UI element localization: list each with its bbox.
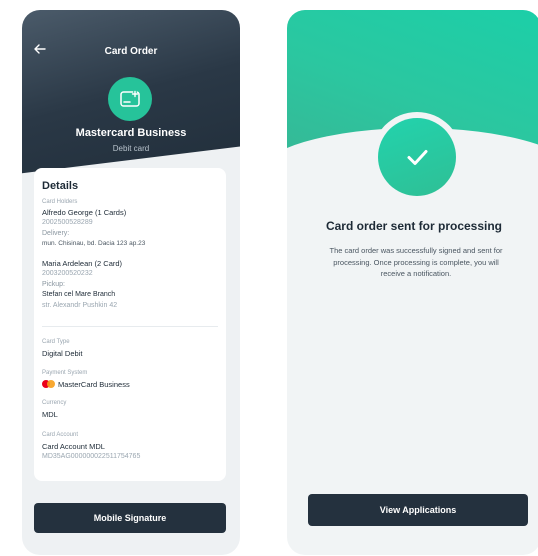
holder-2-address-1: Stefan cel Mare Branch: [42, 291, 116, 298]
check-icon: [378, 118, 456, 196]
card-type-value: Digital Debit: [42, 349, 83, 358]
holder-2-method: Pickup:: [42, 281, 65, 288]
success-title: Card order sent for processing: [325, 219, 503, 233]
holder-2-id: 2003200520232: [42, 270, 93, 277]
card-holders-label: Card Holders: [42, 199, 78, 205]
divider: [42, 326, 218, 327]
mobile-signature-button[interactable]: Mobile Signature: [34, 503, 226, 533]
holder-1-id: 2002500528289: [42, 219, 93, 226]
page-title: Card Order: [104, 46, 158, 57]
card-account-iban: MD35AG000000022511754765: [42, 453, 141, 460]
payment-system-label: Payment System: [42, 370, 88, 376]
details-title: Details: [42, 180, 79, 192]
card-order-screen: Card Order Mastercard Business Debit car…: [22, 10, 240, 555]
holder-1-name: Alfredo George (1 Cards): [42, 208, 127, 217]
card-account-value: Card Account MDL: [42, 442, 105, 451]
success-screen: Card order sent for processing The card …: [287, 10, 538, 555]
view-applications-button[interactable]: View Applications: [308, 494, 528, 526]
card-add-icon: [108, 77, 152, 121]
currency-value: MDL: [42, 410, 58, 419]
payment-system-value: MasterCard Business: [58, 380, 130, 389]
card-type-label: Card Type: [42, 339, 70, 345]
currency-label: Currency: [42, 400, 67, 406]
mastercard-logo: [42, 380, 55, 388]
holder-1-address: mun. Chisinau, bd. Dacia 123 ap.23: [42, 240, 146, 247]
card-account-label: Card Account: [42, 432, 79, 438]
success-message: The card order was successfully signed a…: [329, 246, 503, 278]
details-card: Details Card Holders Alfredo George (1 C…: [34, 168, 226, 481]
holder-2-name: Maria Ardelean (2 Card): [42, 259, 123, 268]
holder-1-method: Delivery:: [42, 230, 70, 237]
product-subtitle: Debit card: [112, 144, 150, 153]
holder-2-address-2: str. Alexandr Pushkin 42: [42, 302, 118, 309]
product-name: Mastercard Business: [75, 127, 187, 139]
